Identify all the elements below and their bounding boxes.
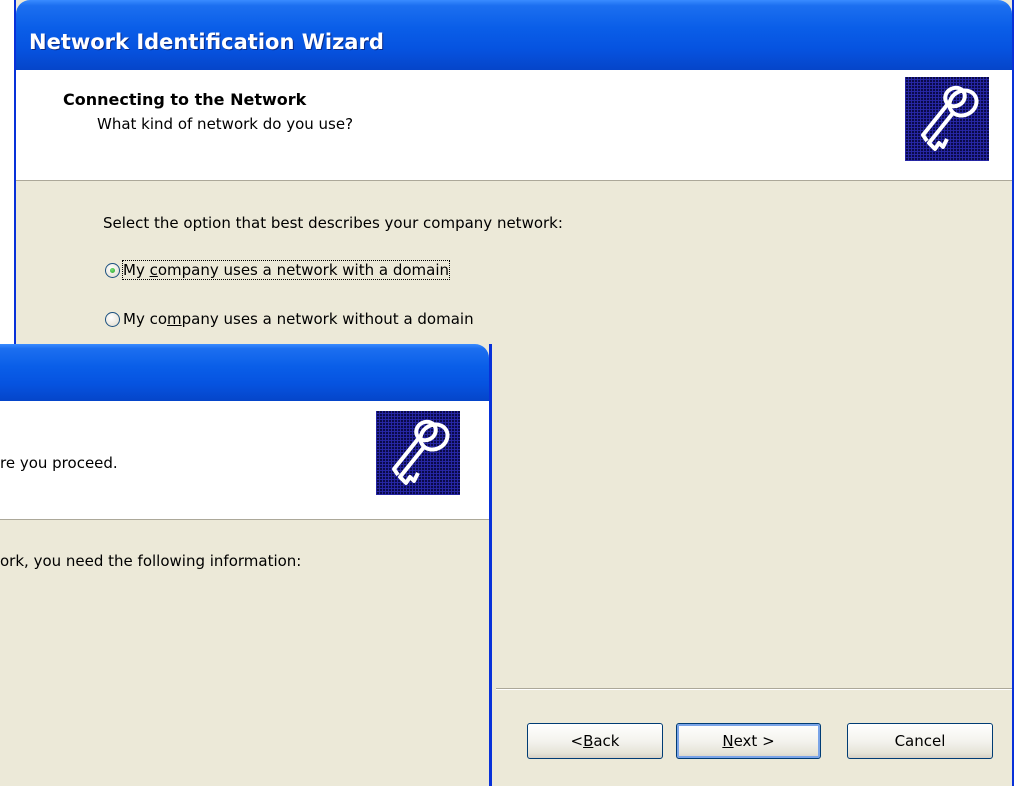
back-button[interactable]: < Back	[527, 723, 663, 759]
window-title: Network Identification Wizard	[29, 30, 384, 54]
title-bar[interactable]: Network Identification Wizard	[16, 0, 1012, 70]
wizard-window-front: re you proceed. ork, you need the follow…	[0, 344, 492, 786]
option-with-domain-label: My company uses a network with a domain	[121, 260, 451, 280]
radio-without-domain[interactable]	[105, 311, 120, 327]
keys-icon	[376, 411, 460, 495]
option-without-domain-label: My company uses a network without a doma…	[123, 310, 474, 328]
page-subtitle: What kind of network do you use?	[97, 115, 354, 133]
footer-divider	[496, 688, 1012, 690]
prompt-text: Select the option that best describes yo…	[103, 214, 563, 232]
page-title: Connecting to the Network	[63, 90, 307, 109]
option-without-domain[interactable]: My company uses a network without a doma…	[105, 310, 474, 328]
option-with-domain[interactable]: My company uses a network with a domain	[105, 260, 451, 280]
wizard-header: Connecting to the Network What kind of n…	[16, 70, 1012, 181]
front-header-text: re you proceed.	[0, 454, 118, 472]
keys-icon	[905, 77, 989, 161]
front-body-text: ork, you need the following information:	[0, 552, 302, 570]
cancel-button[interactable]: Cancel	[847, 723, 993, 759]
next-button[interactable]: Next >	[676, 723, 821, 759]
radio-with-domain[interactable]	[105, 262, 120, 278]
front-title-bar[interactable]	[0, 344, 489, 401]
